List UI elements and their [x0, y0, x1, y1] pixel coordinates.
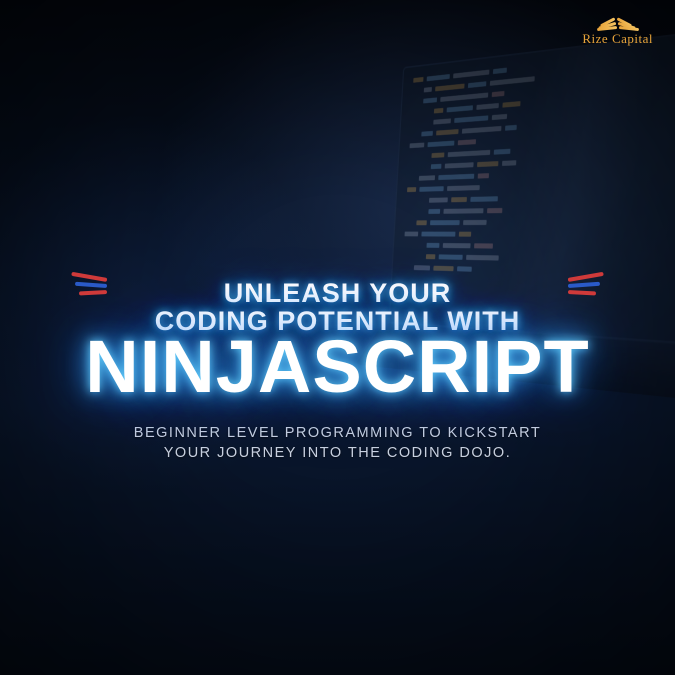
subheadline: BEGINNER LEVEL PROGRAMMING TO KICKSTART …: [30, 424, 645, 463]
subhead-line-1: BEGINNER LEVEL PROGRAMMING TO KICKSTART: [30, 424, 645, 444]
subhead-line-2: YOUR JOURNEY INTO THE CODING DOJO.: [30, 444, 645, 464]
brand-logo: Rize Capital: [582, 18, 653, 47]
hero-block: UNLEASH YOUR CODING POTENTIAL WITH NINJA…: [0, 280, 675, 463]
wings-icon: [582, 18, 653, 29]
headline-line-1: UNLEASH YOUR: [85, 280, 589, 308]
headline-wrap: UNLEASH YOUR CODING POTENTIAL WITH NINJA…: [85, 280, 589, 402]
brand-name: Rize Capital: [582, 31, 653, 47]
headline-big: NINJASCRIPT: [85, 332, 589, 402]
